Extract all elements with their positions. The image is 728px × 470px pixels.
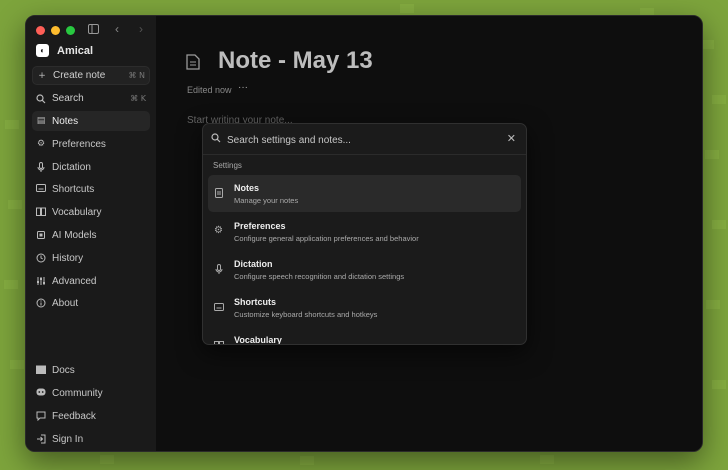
sidebar: ‹ › ◐ Amical + Create note ⌘ N Search ⌘ …: [26, 16, 156, 451]
zoom-window-button[interactable]: [66, 26, 75, 35]
document-icon: [186, 54, 200, 70]
note-icon: ▤: [36, 116, 46, 126]
create-note-shortcut: ⌘ N: [128, 71, 145, 80]
history-icon: [36, 253, 46, 263]
sidebar-item-label: Advanced: [52, 275, 97, 287]
book-icon: [36, 207, 46, 217]
result-title: Dictation: [234, 259, 273, 269]
mic-icon: [215, 264, 223, 274]
create-note-button[interactable]: + Create note ⌘ N: [32, 66, 150, 85]
note-icon: [215, 188, 223, 198]
sidebar-item-label: Sign In: [52, 433, 84, 445]
result-title: Notes: [234, 183, 260, 193]
signin-icon: [36, 434, 46, 444]
sidebar-item-label: History: [52, 252, 84, 264]
feedback-icon: [36, 411, 46, 422]
search-icon: [211, 133, 221, 143]
result-description: Manage your notes: [234, 196, 299, 205]
search-button[interactable]: Search ⌘ K: [32, 89, 150, 108]
back-icon[interactable]: ‹: [110, 22, 124, 36]
minimize-window-button[interactable]: [51, 26, 60, 35]
sidebar-item-history[interactable]: History: [32, 248, 150, 268]
search-icon: [36, 93, 46, 104]
app-brand: ◐ Amical: [36, 44, 93, 57]
sidebar-item-ai-models[interactable]: AI Models: [32, 225, 150, 245]
sidebar-item-feedback[interactable]: Feedback: [32, 406, 150, 426]
gear-icon: ⚙: [36, 139, 46, 149]
plus-icon: +: [38, 70, 46, 81]
result-title: Vocabulary: [234, 335, 282, 345]
sidebar-item-vocabulary[interactable]: Vocabulary: [32, 202, 150, 222]
close-icon[interactable]: ✕: [507, 132, 516, 145]
result-shortcuts[interactable]: Shortcuts Customize keyboard shortcuts a…: [208, 289, 521, 326]
app-logo-icon: ◐: [36, 44, 49, 57]
window-controls: [36, 26, 75, 35]
sidebar-item-label: Feedback: [52, 410, 96, 422]
result-title: Shortcuts: [234, 297, 277, 307]
sidebar-item-label: Dictation: [52, 161, 91, 173]
sidebar-item-label: AI Models: [52, 229, 97, 241]
result-description: Configure general application preference…: [234, 234, 419, 243]
section-heading: Settings: [213, 161, 242, 170]
sidebar-item-about[interactable]: About: [32, 293, 150, 313]
result-description: Configure speech recognition and dictati…: [234, 272, 405, 281]
gear-icon: ⚙: [214, 225, 223, 236]
sidebar-toggle-icon[interactable]: [86, 22, 100, 36]
palette-search-input[interactable]: [225, 130, 499, 150]
info-icon: [36, 298, 46, 308]
sidebar-item-sign-in[interactable]: Sign In: [32, 429, 150, 449]
close-window-button[interactable]: [36, 26, 45, 35]
sidebar-item-dictation[interactable]: Dictation: [32, 157, 150, 177]
command-palette: ✕ Settings Notes Manage your notes ⚙ Pre…: [202, 123, 527, 345]
palette-search-row: ✕: [203, 124, 526, 155]
sidebar-item-label: Preferences: [52, 138, 106, 150]
edited-status: Edited now: [187, 85, 232, 95]
forward-icon[interactable]: ›: [134, 22, 148, 36]
ai-icon: [36, 230, 46, 240]
sidebar-item-advanced[interactable]: Advanced: [32, 271, 150, 291]
result-preferences[interactable]: ⚙ Preferences Configure general applicat…: [208, 213, 521, 250]
sidebar-item-community[interactable]: Community: [32, 383, 150, 403]
sidebar-item-label: Shortcuts: [52, 183, 95, 195]
discord-icon: [36, 388, 46, 398]
note-title[interactable]: Note - May 13: [218, 47, 373, 75]
sidebar-item-docs[interactable]: Docs: [32, 360, 150, 380]
toolbar-icons: ‹ ›: [86, 22, 148, 36]
sidebar-item-label: Community: [52, 387, 103, 399]
result-description: Customize keyboard shortcuts and hotkeys: [234, 310, 378, 319]
result-vocabulary[interactable]: Vocabulary: [208, 327, 521, 345]
create-note-label: Create note: [53, 70, 106, 81]
sidebar-item-label: Vocabulary: [52, 206, 102, 218]
sidebar-item-notes[interactable]: ▤ Notes: [32, 111, 150, 131]
keyboard-icon: [214, 303, 224, 311]
search-shortcut: ⌘ K: [130, 94, 146, 103]
more-options-icon[interactable]: ···: [238, 82, 248, 93]
sidebar-item-label: About: [52, 297, 79, 309]
book-icon: [214, 341, 224, 344]
sidebar-item-label: Notes: [52, 115, 79, 127]
sliders-icon: [36, 276, 46, 286]
keyboard-icon: [36, 184, 46, 194]
app-name: Amical: [57, 44, 94, 57]
result-dictation[interactable]: Dictation Configure speech recognition a…: [208, 251, 521, 288]
mic-icon: [36, 162, 46, 172]
sidebar-item-preferences[interactable]: ⚙ Preferences: [32, 134, 150, 154]
sidebar-item-label: Docs: [52, 364, 75, 376]
search-label: Search: [52, 93, 84, 104]
result-notes[interactable]: Notes Manage your notes: [208, 175, 521, 212]
docs-icon: [36, 365, 46, 375]
sidebar-item-shortcuts[interactable]: Shortcuts: [32, 179, 150, 199]
result-title: Preferences: [234, 221, 286, 231]
